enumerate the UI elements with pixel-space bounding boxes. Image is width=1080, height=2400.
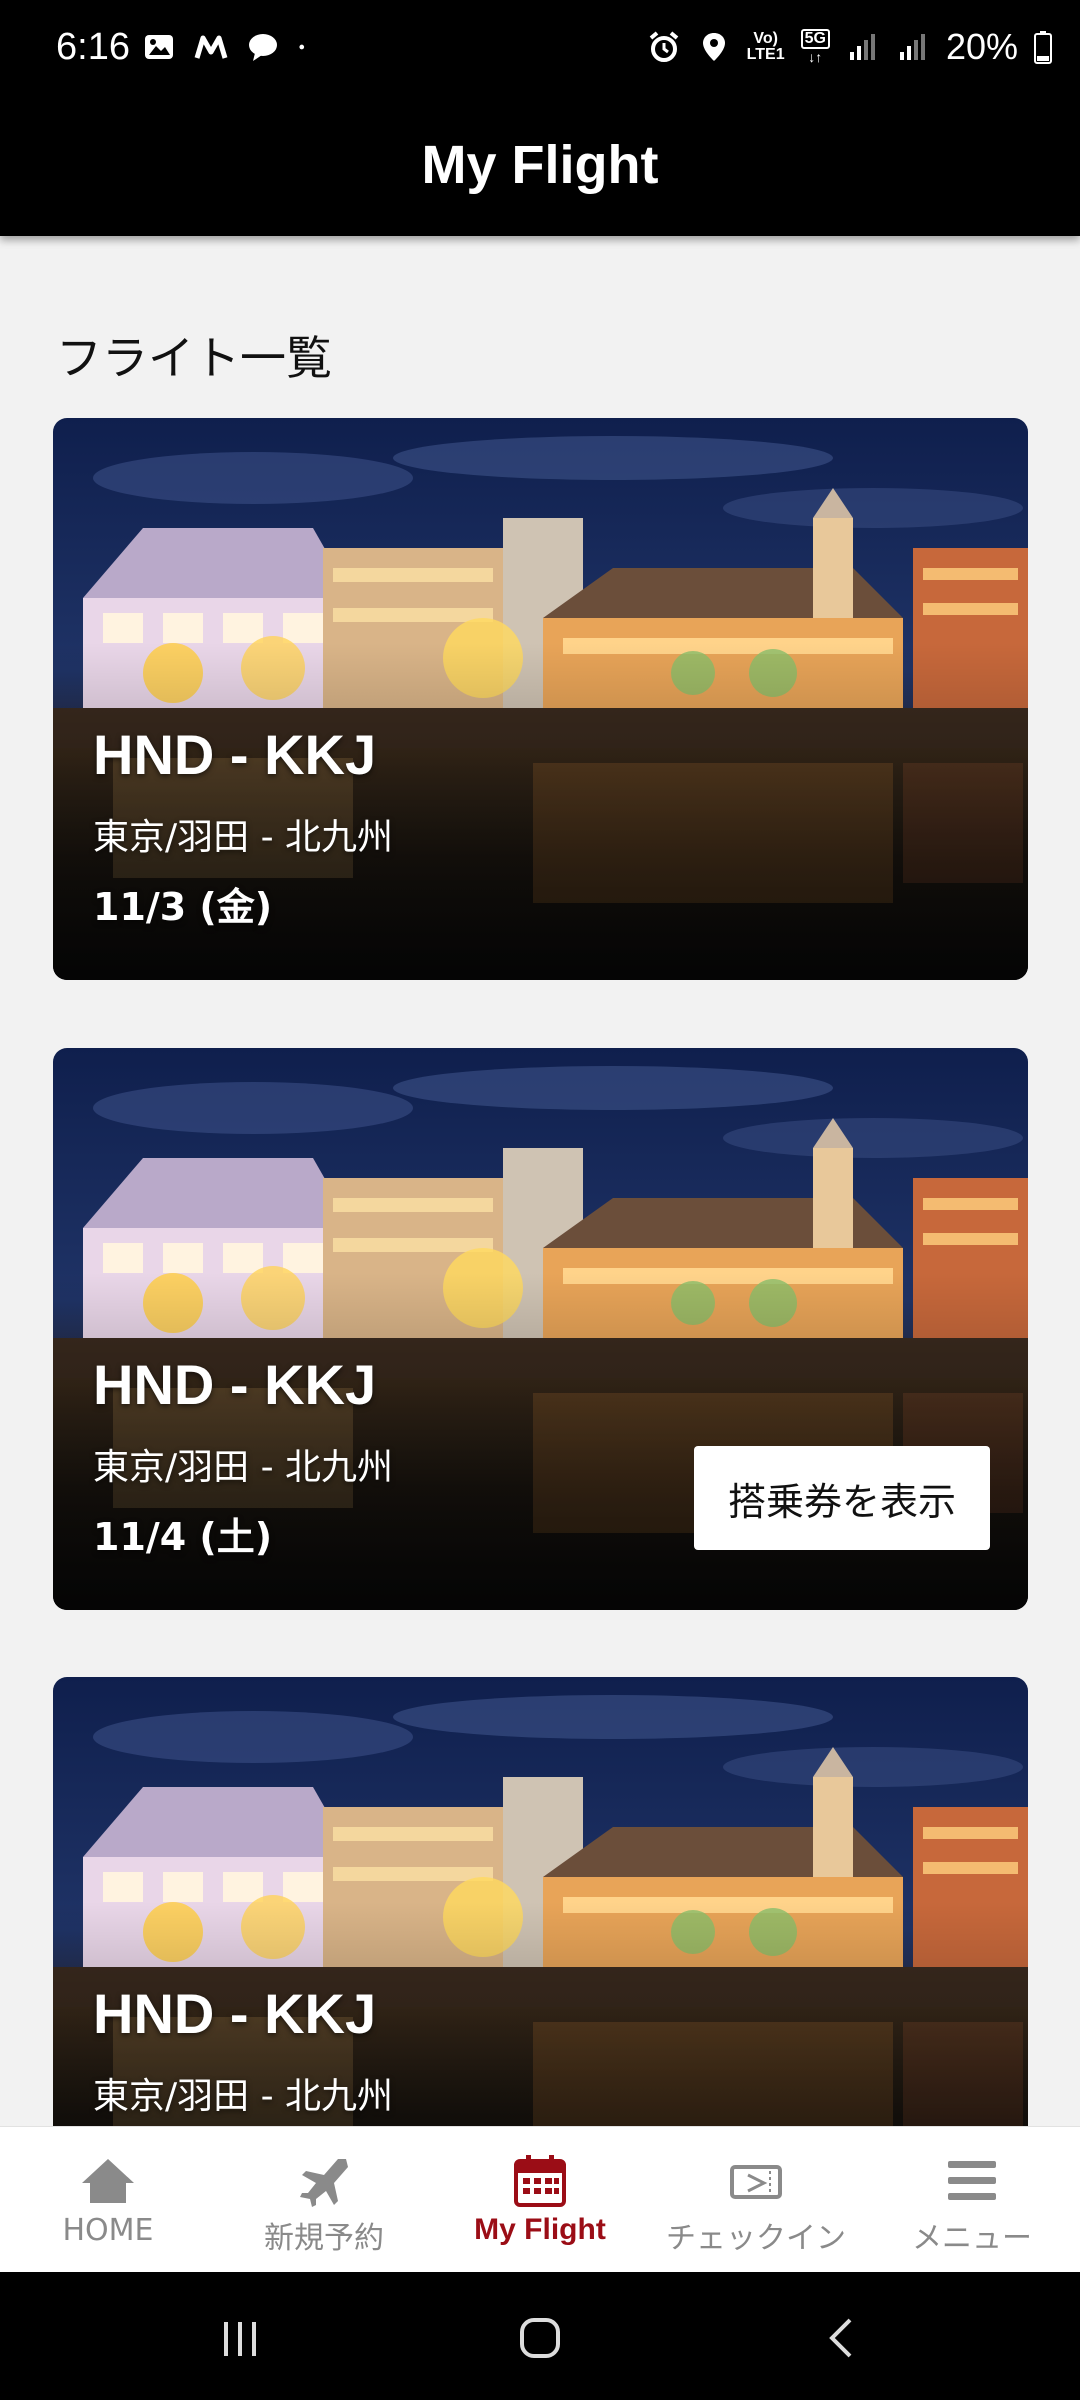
m-app-icon [194, 35, 228, 59]
dot-icon [299, 44, 305, 50]
flight-code: HND - KKJ [93, 1982, 377, 2045]
status-right-group: Vo) LTE1 5G ↓↑ 20% [647, 26, 1052, 68]
nav-label: HOME [62, 2213, 154, 2248]
nav-new-booking[interactable]: 新規予約 [216, 2127, 432, 2273]
show-boarding-pass-button[interactable]: 搭乗券を表示 [694, 1446, 990, 1550]
battery-icon [1034, 31, 1052, 64]
flight-route: 東京/羽田 - 北九州 [93, 817, 394, 858]
flight-date: 11/3 (金) [93, 885, 273, 929]
status-time: 6:16 [56, 26, 130, 68]
nav-my-flight[interactable]: My Flight [432, 2127, 648, 2273]
flight-route: 東京/羽田 - 北九州 [93, 1447, 394, 1488]
flight-code: HND - KKJ [93, 1353, 377, 1416]
back-icon[interactable] [820, 2316, 864, 2360]
nav-menu[interactable]: メニュー [864, 2127, 1080, 2273]
location-icon [702, 33, 725, 61]
system-navigation-bar [0, 2272, 1080, 2400]
signal-icon-2 [899, 34, 925, 60]
nav-label: メニュー [912, 2221, 1032, 2256]
flight-card[interactable]: HND - KKJ 東京/羽田 - 北九州 11/4 (土) 搭乗券を表示 [53, 1048, 1028, 1610]
flight-card[interactable]: HND - KKJ 東京/羽田 - 北九州 11/3 (金) [53, 418, 1028, 980]
status-bar: 6:16 Vo) LTE1 5G ↓↑ 20% [0, 0, 1080, 110]
home-icon [82, 2159, 134, 2203]
nav-home[interactable]: HOME [0, 2127, 216, 2273]
gallery-icon [145, 35, 173, 59]
home-nav-icon[interactable] [518, 2316, 562, 2360]
status-notification-icons [142, 30, 314, 64]
bottom-navigation: HOME 新規予約 My Flight チェックイン メニュー [0, 2126, 1080, 2273]
calendar-icon [514, 2155, 566, 2207]
fiveg-icon: 5G ↓↑ [800, 29, 830, 65]
menu-icon [948, 2161, 996, 2200]
nav-checkin[interactable]: チェックイン [648, 2127, 864, 2273]
nav-label: 新規予約 [264, 2221, 384, 2256]
nav-label: チェックイン [666, 2221, 846, 2256]
page-title: My Flight [421, 135, 659, 195]
signal-icon [849, 34, 875, 60]
chat-icon [249, 34, 277, 61]
flight-list-heading: フライト一覧 [56, 331, 332, 385]
nav-label: My Flight [474, 2213, 606, 2246]
battery-percent: 20% [945, 26, 1018, 67]
volte-icon: Vo) LTE1 [746, 30, 785, 63]
flight-code: HND - KKJ [93, 723, 377, 786]
alarm-icon [649, 31, 678, 62]
recent-apps-icon[interactable] [218, 2316, 262, 2360]
ticket-icon [730, 2165, 782, 2199]
app-bar: My Flight [0, 110, 1080, 236]
airplane-icon [300, 2159, 348, 2207]
flight-date: 11/4 (土) [93, 1515, 273, 1559]
flight-route: 東京/羽田 - 北九州 [93, 2076, 394, 2117]
